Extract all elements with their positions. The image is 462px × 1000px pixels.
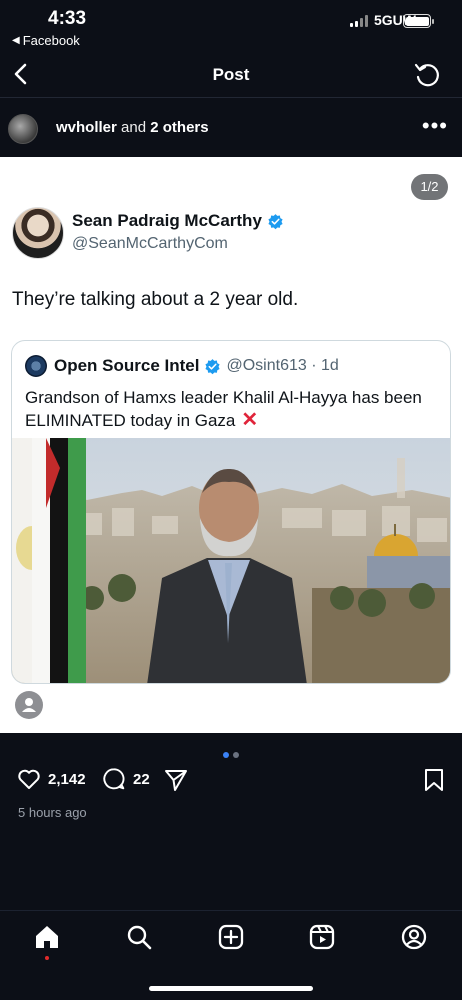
home-indicator <box>149 986 313 991</box>
viewer-avatar[interactable] <box>15 691 43 719</box>
tweet-text: They’re talking about a 2 year old. <box>12 289 299 310</box>
signal-icon <box>350 15 368 27</box>
person-icon <box>22 698 36 712</box>
avatar[interactable] <box>8 114 38 144</box>
quoted-text-block: Grandson of Hamxs leader Khalil Al-Hayya… <box>25 386 435 432</box>
shared-by-and: and <box>116 119 151 136</box>
comment-icon <box>103 768 125 790</box>
media-pager-badge: 1/2 <box>411 174 448 200</box>
quoted-avatar <box>25 355 47 377</box>
bottom-tab-bar <box>0 910 462 1000</box>
like-button[interactable]: 2,142 <box>16 766 86 792</box>
notification-dot <box>45 956 49 960</box>
shared-by-row: wvholler and 2 others ••• <box>0 99 462 157</box>
carousel-dot <box>233 752 239 758</box>
quoted-handle: @Osint613 · 1d <box>226 357 339 374</box>
comment-button[interactable]: 22 <box>101 766 150 792</box>
battery-icon <box>403 14 434 28</box>
comment-count: 22 <box>133 770 150 788</box>
create-icon[interactable] <box>217 923 245 951</box>
carousel-indicator <box>0 745 462 763</box>
author-name: Sean Padraig McCarthy <box>72 211 262 230</box>
author-handle: @SeanMcCarthyCom <box>72 235 228 252</box>
send-icon[interactable] <box>163 767 189 793</box>
clock: 4:33 <box>48 8 87 29</box>
status-bar: 4:33 ◀ Facebook 5GUW <box>0 0 462 52</box>
carousel-dot-active <box>223 752 229 758</box>
reels-icon[interactable] <box>308 923 336 951</box>
shared-by-others[interactable]: 2 others <box>150 119 208 136</box>
heart-icon <box>18 769 40 789</box>
author-avatar <box>12 207 64 259</box>
bookmark-icon[interactable] <box>422 767 446 793</box>
back-triangle-icon: ◀ <box>12 35 20 46</box>
shared-by-user[interactable]: wvholler <box>56 119 117 136</box>
quoted-tweet: Open Source Intel @Osint613 · 1d Grandso… <box>11 340 451 684</box>
quoted-photo <box>12 438 450 683</box>
verified-icon <box>205 358 221 374</box>
back-app-label: Facebook <box>22 33 80 48</box>
profile-icon[interactable] <box>400 923 428 951</box>
page-title: Post <box>212 65 250 84</box>
like-count: 2,142 <box>48 770 86 788</box>
search-icon[interactable] <box>125 923 153 951</box>
verified-icon <box>268 213 283 229</box>
post-actions: 2,142 22 <box>0 764 462 798</box>
post-media[interactable]: 1/2 Sean Padraig McCarthy @SeanMcCarthyC… <box>0 157 462 733</box>
home-icon[interactable] <box>33 923 61 951</box>
shared-by-text[interactable]: wvholler and 2 others <box>56 119 209 136</box>
more-icon[interactable]: ••• <box>422 115 448 137</box>
refresh-icon[interactable] <box>412 60 442 90</box>
red-x-icon: ✕ <box>241 409 259 431</box>
author-name-row: Sean Padraig McCarthy <box>72 211 284 231</box>
back-to-app-link[interactable]: ◀ Facebook <box>12 33 80 48</box>
quoted-text: Grandson of Hamxs leader Khalil Al-Hayya… <box>25 388 422 430</box>
post-header: Post <box>0 52 462 98</box>
post-timestamp: 5 hours ago <box>18 805 87 820</box>
quoted-header: Open Source Intel @Osint613 · 1d <box>54 356 339 376</box>
quoted-name: Open Source Intel <box>54 356 200 375</box>
